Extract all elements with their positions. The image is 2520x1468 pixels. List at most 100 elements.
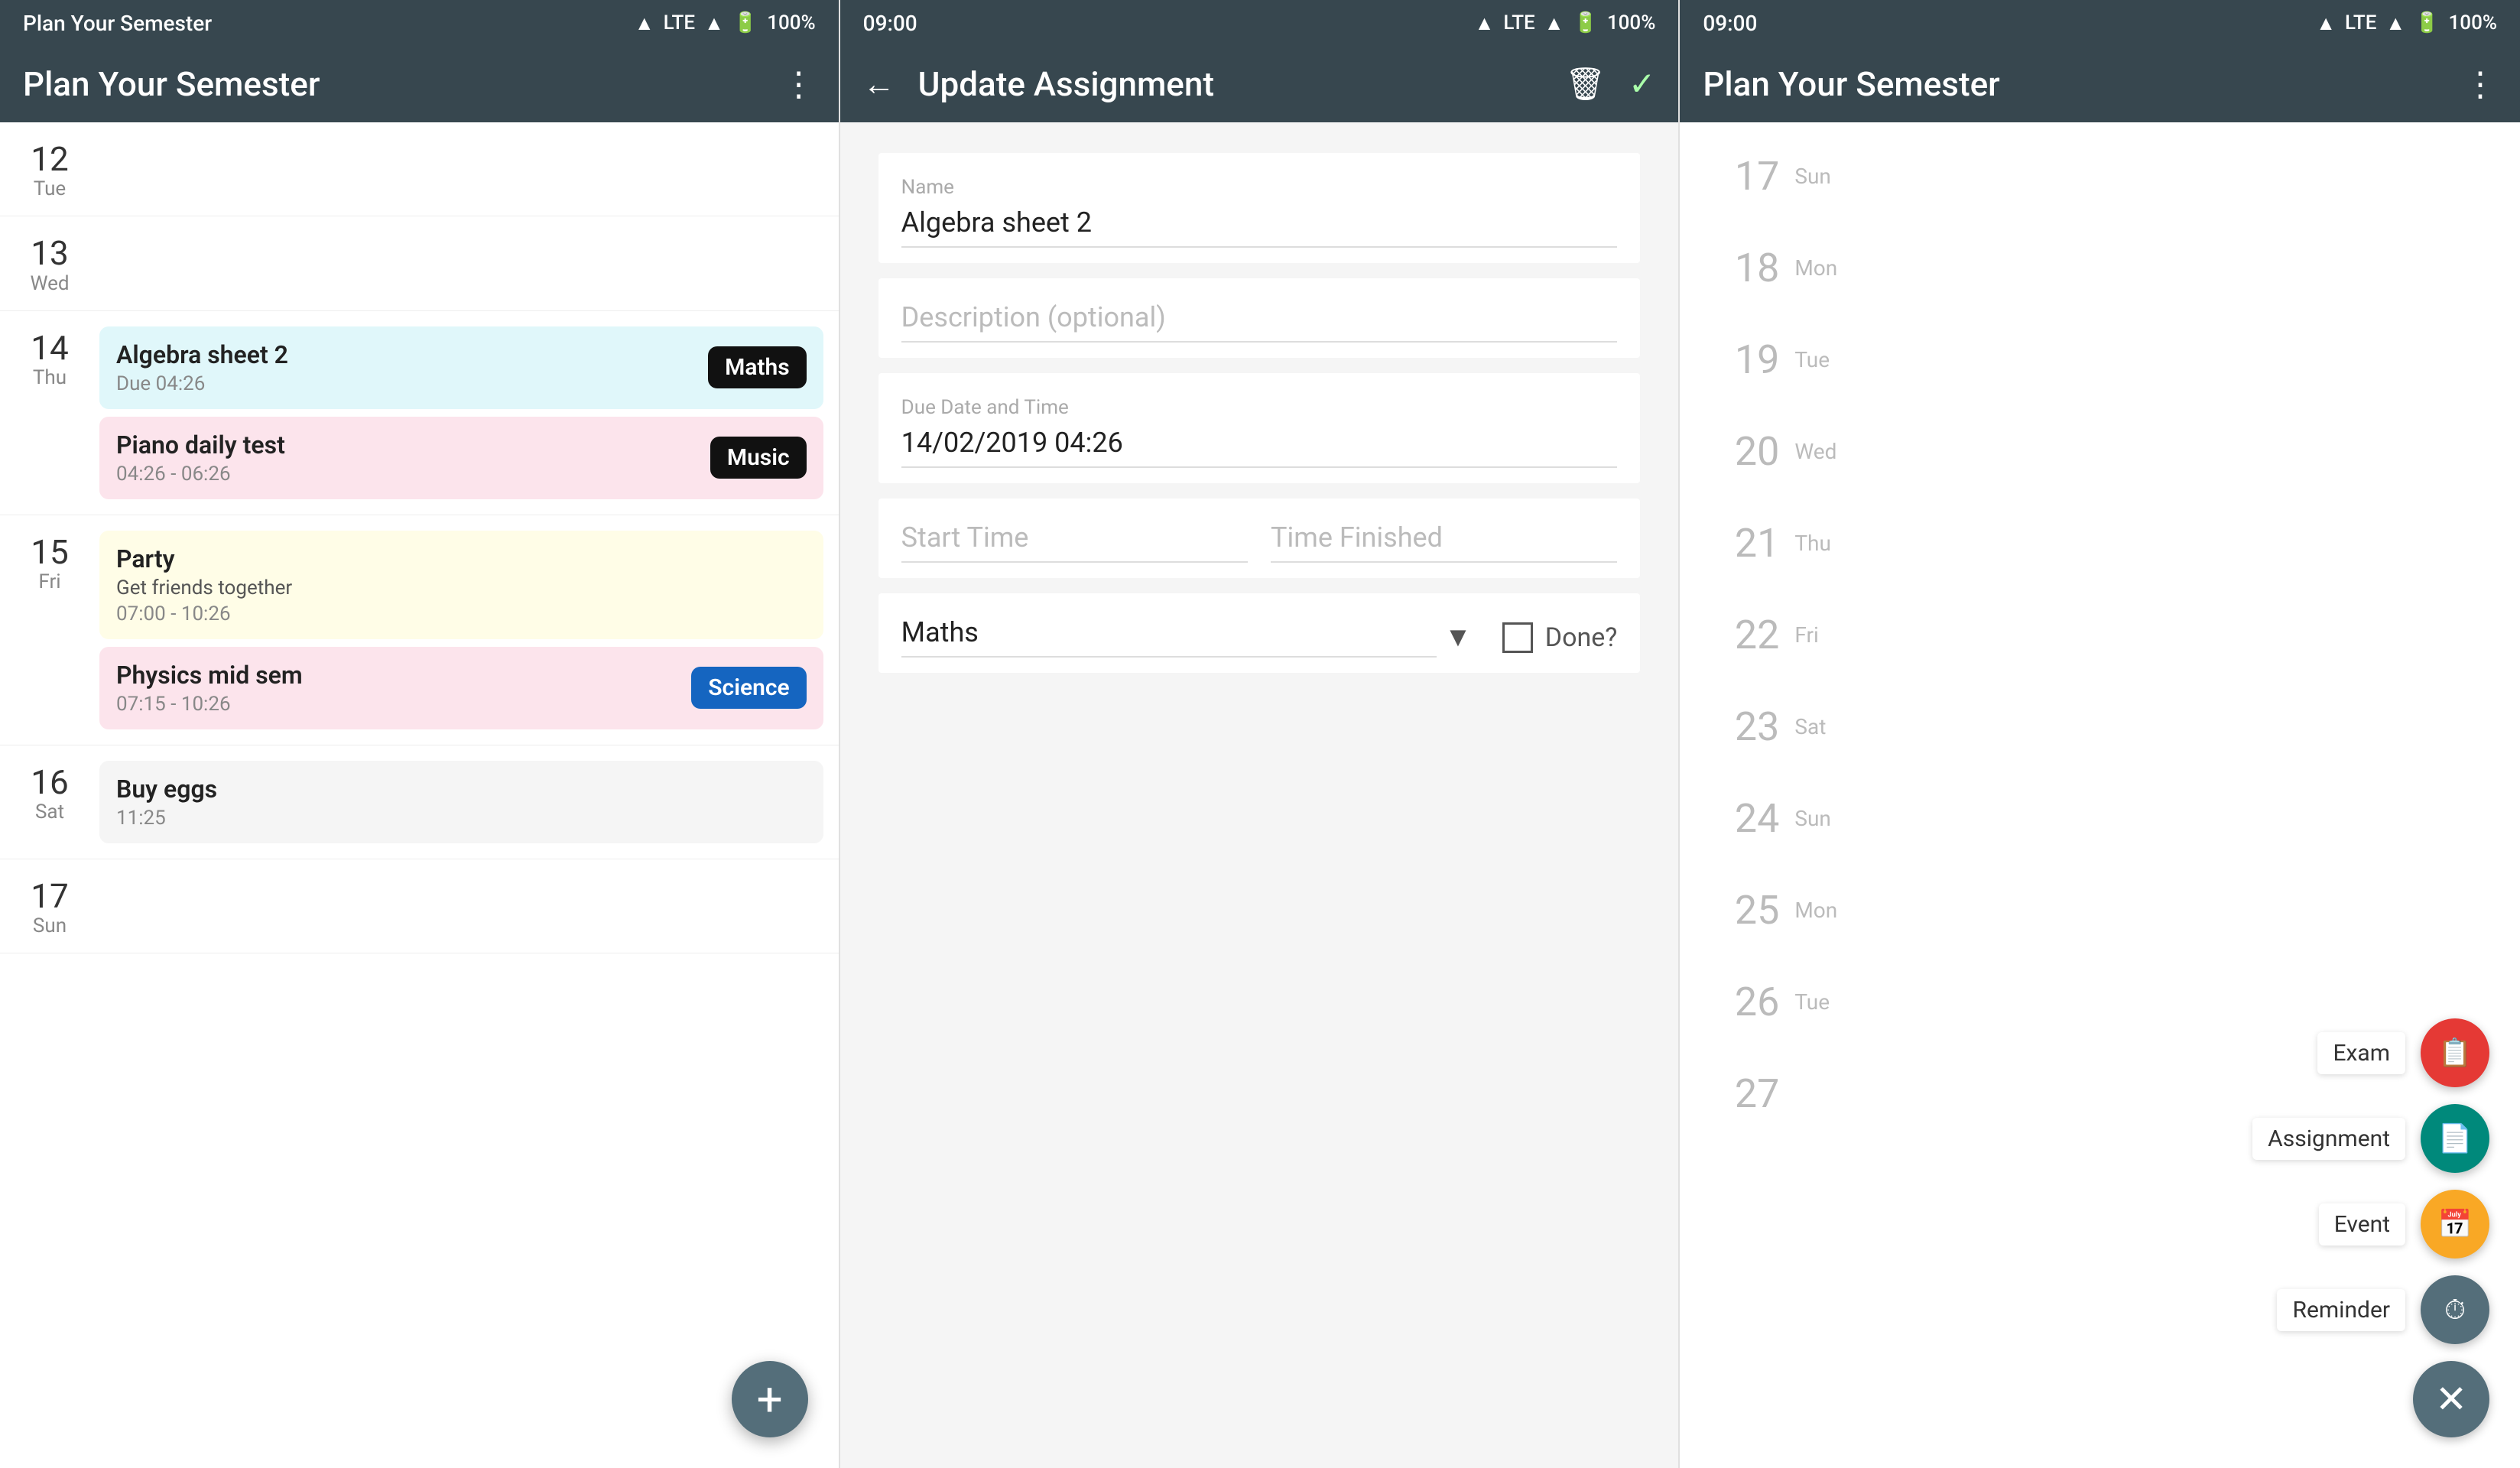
- screen2-lte-label: LTE: [1503, 11, 1534, 34]
- fab-exam-item[interactable]: Exam 📋: [2317, 1018, 2489, 1087]
- screen2-header-icons: 🗑 ✓: [1565, 65, 1656, 103]
- fab-event-button[interactable]: 📅: [2421, 1190, 2489, 1259]
- day-17: 17 Sun: [0, 859, 839, 953]
- screen3-battery-icon: 🔋: [2414, 11, 2439, 34]
- battery-pct: 100%: [767, 11, 815, 34]
- day-number-13: 13: [31, 235, 68, 271]
- event-piano-time: 04:26 - 06:26: [116, 463, 710, 486]
- fab-assignment-label: Assignment: [2252, 1118, 2405, 1160]
- cal-num-21: 21: [1703, 520, 1779, 567]
- event-party[interactable]: Party Get friends together 07:00 - 10:26: [99, 531, 823, 639]
- event-physics-title: Physics mid sem: [116, 661, 691, 690]
- description-field: Description (optional): [878, 278, 1641, 358]
- day-events-15: Party Get friends together 07:00 - 10:26…: [99, 523, 839, 737]
- done-section: Done?: [1502, 616, 1618, 653]
- name-input[interactable]: Algebra sheet 2: [901, 206, 1618, 248]
- event-eggs-time: 11:25: [116, 807, 807, 830]
- event-piano-badge: Music: [710, 437, 807, 479]
- day-name-15: Fri: [38, 570, 60, 593]
- end-time-input[interactable]: Time Finished: [1271, 521, 1617, 563]
- due-input[interactable]: 14/02/2019 04:26: [901, 427, 1618, 468]
- assignment-icon: 📄: [2438, 1122, 2473, 1155]
- fab-reminder-label: Reminder: [2277, 1289, 2405, 1331]
- screen3-app-header: Plan Your Semester ⋮: [1680, 46, 2520, 122]
- fab-reminder-item[interactable]: Reminder ⏱: [2277, 1275, 2489, 1344]
- screen3-panel: 09:00 ▲ LTE ▲ 🔋 100% Plan Your Semester …: [1680, 0, 2520, 1468]
- fab-exam-button[interactable]: 📋: [2421, 1018, 2489, 1087]
- cal-num-27: 27: [1703, 1070, 1779, 1117]
- subject-done-row: Maths ▼ Done?: [878, 593, 1641, 673]
- event-algebra-info: Algebra sheet 2 Due 04:26: [116, 340, 708, 395]
- day-events-13: [99, 224, 839, 302]
- screen2-status-icons: ▲ LTE ▲ 🔋 100%: [1475, 11, 1656, 35]
- subject-dropdown[interactable]: Maths ▼: [901, 616, 1472, 658]
- screen2-wifi-icon: ▲: [1475, 11, 1495, 35]
- confirm-button[interactable]: ✓: [1629, 65, 1655, 103]
- description-input[interactable]: Description (optional): [901, 301, 1618, 343]
- event-eggs-info: Buy eggs 11:25: [116, 775, 807, 830]
- fab-assignment-button[interactable]: 📄: [2421, 1104, 2489, 1173]
- screen3-wifi-icon: ▲: [2316, 11, 2336, 35]
- signal-icon: ▲: [704, 11, 724, 35]
- cal-name-17: Sun: [1794, 164, 1831, 189]
- cal-day-17: 17 Sun: [1680, 130, 2520, 222]
- delete-button[interactable]: 🗑: [1565, 66, 1606, 103]
- cal-num-24: 24: [1703, 795, 1779, 842]
- subject-value: Maths: [901, 616, 1437, 658]
- event-party-time: 07:00 - 10:26: [116, 602, 807, 625]
- day-name-14: Thu: [33, 366, 67, 389]
- cal-name-20: Wed: [1794, 439, 1836, 464]
- event-eggs[interactable]: Buy eggs 11:25: [99, 761, 823, 843]
- event-piano-info: Piano daily test 04:26 - 06:26: [116, 430, 710, 486]
- event-physics-badge: Science: [691, 667, 806, 709]
- fab-assignment-item[interactable]: Assignment 📄: [2252, 1104, 2489, 1173]
- screen1-fab[interactable]: +: [732, 1361, 808, 1437]
- cal-num-25: 25: [1703, 887, 1779, 934]
- fab-reminder-button[interactable]: ⏱: [2421, 1275, 2489, 1344]
- screen3-more-icon[interactable]: ⋮: [2463, 64, 2497, 104]
- event-algebra[interactable]: Algebra sheet 2 Due 04:26 Maths: [99, 326, 823, 409]
- event-physics[interactable]: Physics mid sem 07:15 - 10:26 Science: [99, 647, 823, 729]
- done-checkbox[interactable]: [1502, 622, 1533, 653]
- cal-name-21: Thu: [1794, 531, 1831, 556]
- cal-day-22: 22 Fri: [1680, 589, 2520, 680]
- day-name-16: Sat: [35, 801, 64, 823]
- cal-day-24: 24 Sun: [1680, 772, 2520, 864]
- cal-day-25: 25 Mon: [1680, 864, 2520, 956]
- fab-event-item[interactable]: Event 📅: [2319, 1190, 2489, 1259]
- day-label-15: 15 Fri: [0, 523, 99, 737]
- fab-close-button[interactable]: ✕: [2413, 1361, 2489, 1437]
- day-number-15: 15: [31, 534, 68, 570]
- event-physics-info: Physics mid sem 07:15 - 10:26: [116, 661, 691, 716]
- cal-day-19: 19 Tue: [1680, 313, 2520, 405]
- wifi-icon: ▲: [635, 11, 654, 35]
- event-eggs-title: Buy eggs: [116, 775, 807, 804]
- day-number-16: 16: [31, 764, 68, 801]
- start-time-input[interactable]: Start Time: [901, 521, 1248, 563]
- name-label: Name: [901, 176, 1618, 199]
- event-party-info: Party Get friends together 07:00 - 10:26: [116, 544, 807, 625]
- cal-num-26: 26: [1703, 979, 1779, 1025]
- screen2-status-time: 09:00: [863, 11, 917, 36]
- screen3-calendar: 17 Sun 18 Mon 19 Tue 20 Wed 21 Thu 22 Fr…: [1680, 122, 2520, 1468]
- screen2-title: Update Assignment: [918, 64, 1542, 104]
- battery-icon: 🔋: [733, 11, 758, 34]
- cal-num-22: 22: [1703, 612, 1779, 658]
- day-label-12: 12 Tue: [0, 130, 99, 208]
- fab-plus-icon: +: [757, 1372, 783, 1427]
- fab-close-item[interactable]: ✕: [2413, 1361, 2489, 1437]
- cal-day-20: 20 Wed: [1680, 405, 2520, 497]
- day-number-17: 17: [31, 878, 68, 914]
- dropdown-arrow-icon: ▼: [1444, 621, 1472, 653]
- cal-name-25: Mon: [1794, 898, 1837, 923]
- fab-exam-label: Exam: [2317, 1032, 2405, 1074]
- screen1-app-header: Plan Your Semester ⋮: [0, 46, 839, 122]
- fab-menu: Exam 📋 Assignment 📄 Event 📅: [2252, 1018, 2489, 1437]
- event-piano[interactable]: Piano daily test 04:26 - 06:26 Music: [99, 417, 823, 499]
- back-button[interactable]: ←: [863, 66, 895, 103]
- end-time-field: Time Finished: [1271, 521, 1617, 563]
- due-label: Due Date and Time: [901, 396, 1618, 419]
- cal-num-18: 18: [1703, 245, 1779, 291]
- screen1-more-icon[interactable]: ⋮: [782, 64, 816, 104]
- cal-name-19: Tue: [1794, 347, 1830, 372]
